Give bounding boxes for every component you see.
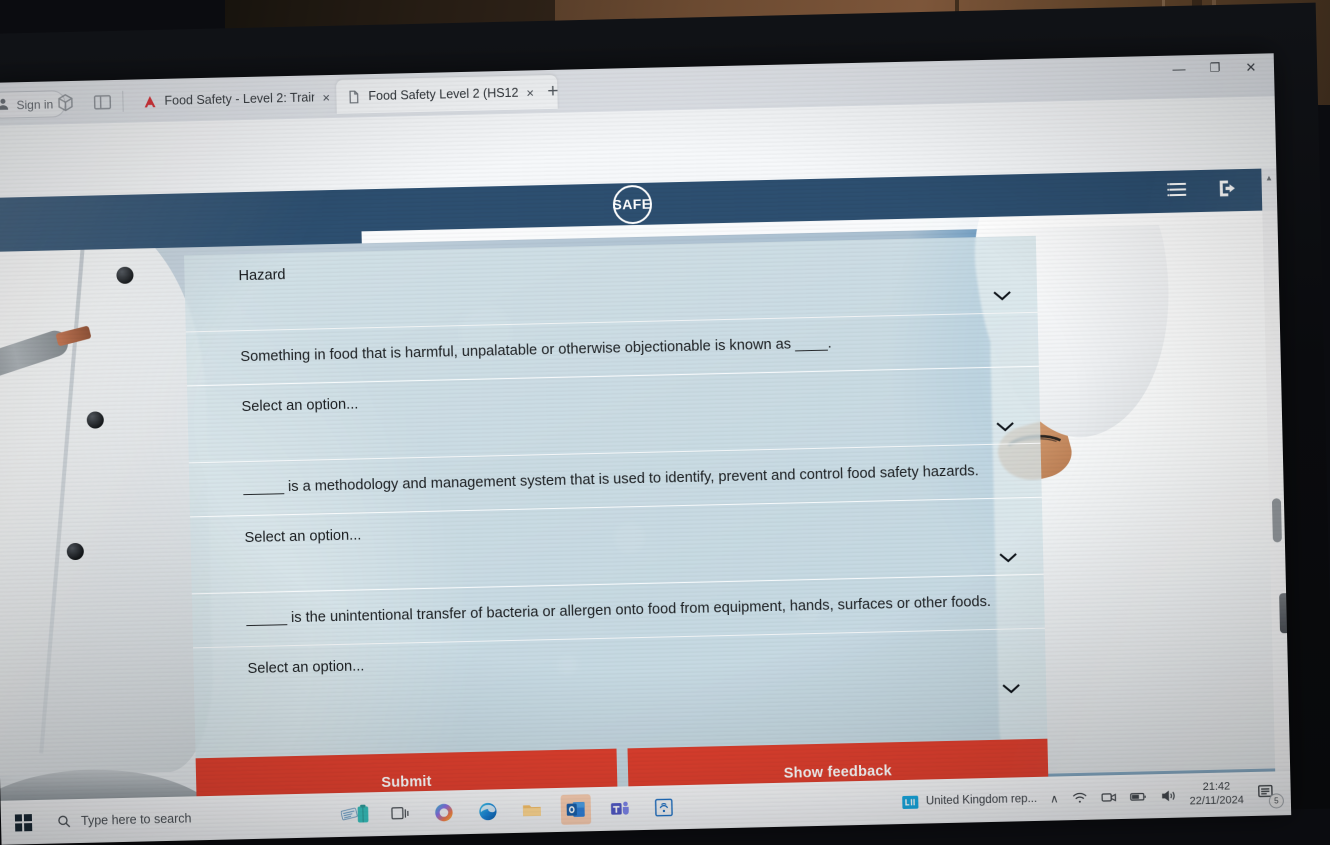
notification-center-button[interactable]: 5 [1256,782,1285,809]
web-page-content: SAFE Hazard Something in food that is ha… [0,168,1292,845]
safe-logo: SAFE [612,184,652,225]
teams-icon[interactable] [605,793,636,824]
window-maximize-button[interactable]: ❐ [1200,60,1230,75]
safe-logo-text: SAFE [612,195,652,213]
tray-chevron-icon[interactable]: ∧ [1050,791,1059,805]
tab-close-icon[interactable]: × [526,85,534,100]
tab-title: Food Safety Level 2 (HS126-Q1) | [368,85,519,104]
taskbar-clock[interactable]: 21:42 22/11/2024 [1189,780,1244,809]
battery-icon[interactable] [1129,789,1147,803]
sign-in-label: Sign in [16,96,54,112]
browser-essentials-icon[interactable] [54,92,77,115]
volume-icon[interactable] [1160,789,1176,803]
task-view-icon[interactable] [385,798,416,829]
app-icon[interactable] [649,792,680,823]
quiz-panel: Hazard Something in food that is harmful… [184,235,1049,816]
camera-icon[interactable] [1100,790,1116,804]
scroll-up-arrow[interactable]: ▲ [1264,173,1273,182]
taskbar-search-placeholder: Type here to search [80,811,192,828]
person-icon [0,98,9,110]
window-minimize-button[interactable]: — [1164,61,1194,77]
copilot-icon[interactable] [429,797,460,828]
wifi-icon[interactable] [1071,791,1087,805]
search-icon [58,815,71,828]
split-screen-icon[interactable] [91,91,114,114]
clock-date: 22/11/2024 [1189,794,1244,808]
chevron-down-icon [999,553,1017,563]
header-actions [1167,177,1239,201]
chevron-down-icon [1002,684,1020,694]
language-indicator[interactable]: United Kingdom rep... [902,791,1038,809]
file-explorer-icon[interactable] [517,795,548,826]
scrollbar-thumb[interactable] [1271,498,1282,543]
adobe-icon [144,95,156,107]
page-icon [349,90,359,104]
outlook-icon[interactable] [560,794,592,825]
tab-title: Food Safety - Level 2: Training co [164,90,315,108]
edge-icon[interactable] [473,796,504,827]
news-weather-widget-icon[interactable] [340,799,372,830]
chevron-down-icon [993,291,1011,301]
windows-start-icon [14,813,32,831]
notification-badge: 5 [1268,793,1285,809]
new-tab-button[interactable]: + [547,81,559,102]
system-tray: United Kingdom rep... ∧ 21:42 22/11/2024 [902,779,1291,815]
taskbar-search[interactable]: Type here to search [45,799,335,838]
chevron-down-icon [996,422,1014,432]
exit-logout-icon[interactable] [1217,177,1240,200]
monitor-screen: Sign in Food Safety - Level 2: Training … [0,53,1292,845]
browser-tab-active[interactable]: Food Safety Level 2 (HS126-Q1) | × [336,74,558,114]
divider [122,90,124,112]
window-close-button[interactable]: ✕ [1236,59,1266,76]
tab-close-icon[interactable]: × [322,90,330,105]
chef-photo-left [0,211,215,777]
menu-list-icon[interactable] [1167,178,1190,201]
clock-time: 21:42 [1202,780,1231,794]
start-button[interactable] [1,813,45,831]
language-label: United Kingdom rep... [925,792,1038,808]
keyboard-layout-icon [902,795,919,809]
browser-tab[interactable]: Food Safety - Level 2: Training co × [132,80,349,119]
